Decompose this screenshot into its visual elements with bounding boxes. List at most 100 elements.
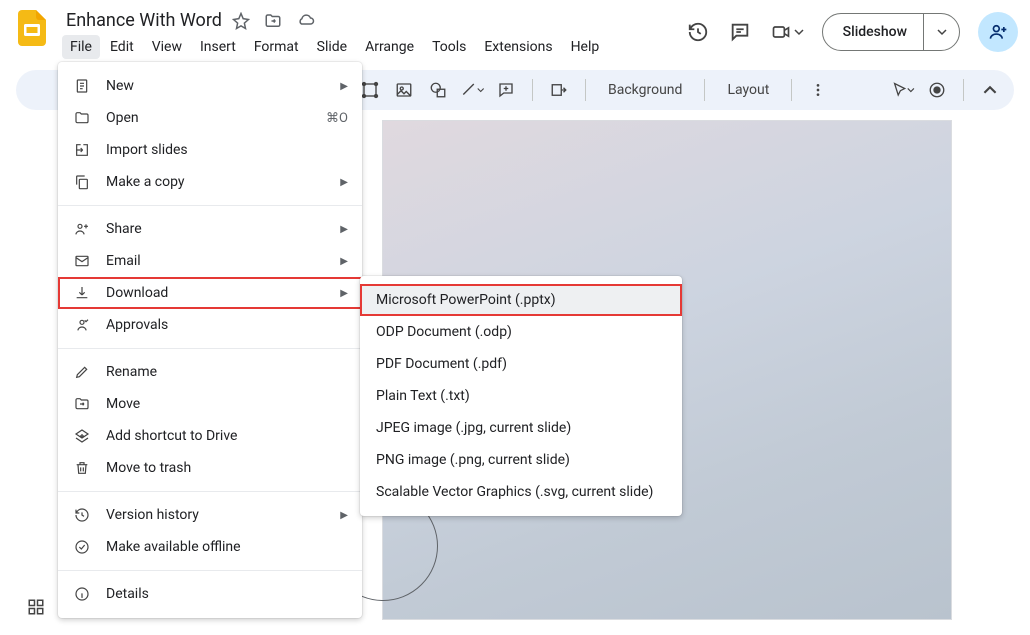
file-menu-trash[interactable]: Move to trash — [58, 452, 362, 484]
doc-title[interactable]: Enhance With Word — [66, 10, 222, 31]
transition-icon[interactable] — [547, 78, 571, 102]
folder-icon — [72, 108, 92, 128]
share-button[interactable] — [978, 12, 1018, 52]
file-menu-approvals[interactable]: Approvals — [58, 309, 362, 341]
comments-icon[interactable] — [728, 20, 752, 44]
rename-icon — [72, 362, 92, 382]
file-menu-label: Import slides — [106, 142, 348, 158]
line-icon[interactable] — [460, 78, 484, 102]
file-menu-label: Add shortcut to Drive — [106, 428, 348, 444]
trash-icon — [72, 458, 92, 478]
download-option-4[interactable]: JPEG image (.jpg, current slide) — [360, 412, 682, 444]
star-icon[interactable] — [232, 12, 250, 30]
file-menu-label: Share — [106, 221, 340, 237]
download-option-0[interactable]: Microsoft PowerPoint (.pptx) — [360, 284, 682, 316]
approvals-icon — [72, 315, 92, 335]
file-menu-label: Move to trash — [106, 460, 348, 476]
submenu-arrow-icon: ▶ — [340, 81, 348, 92]
menubar: FileEditViewInsertFormatSlideArrangeTool… — [60, 35, 686, 59]
menu-insert[interactable]: Insert — [192, 35, 244, 59]
more-icon[interactable] — [806, 78, 830, 102]
grid-view-icon[interactable] — [22, 593, 50, 621]
menu-slide[interactable]: Slide — [309, 35, 355, 59]
file-menu-label: Details — [106, 586, 348, 602]
doc-icon — [72, 76, 92, 96]
menu-separator — [58, 205, 362, 206]
menu-edit[interactable]: Edit — [102, 35, 142, 59]
download-option-3[interactable]: Plain Text (.txt) — [360, 380, 682, 412]
cloud-status-icon[interactable] — [296, 12, 316, 30]
file-menu-shortcut[interactable]: Add shortcut to Drive — [58, 420, 362, 452]
download-icon — [72, 283, 92, 303]
background-button[interactable]: Background — [600, 78, 690, 102]
collapse-icon[interactable] — [978, 78, 1002, 102]
details-icon — [72, 584, 92, 604]
file-menu-label: Version history — [106, 507, 340, 523]
file-menu-label: Download — [106, 285, 340, 301]
file-menu-label: Make available offline — [106, 539, 348, 555]
menu-file[interactable]: File — [62, 35, 100, 59]
record-icon[interactable] — [925, 78, 949, 102]
move-folder-icon[interactable] — [264, 12, 282, 30]
menu-tools[interactable]: Tools — [424, 35, 474, 59]
file-menu-import[interactable]: Import slides — [58, 134, 362, 166]
submenu-arrow-icon: ▶ — [340, 256, 348, 267]
file-menu-label: Open — [106, 110, 326, 126]
file-menu-copy[interactable]: Make a copy▶ — [58, 166, 362, 198]
history-icon — [72, 505, 92, 525]
email-icon — [72, 251, 92, 271]
file-menu-share[interactable]: Share▶ — [58, 213, 362, 245]
offline-icon — [72, 537, 92, 557]
file-menu-rename[interactable]: Rename — [58, 356, 362, 388]
file-menu-details[interactable]: Details — [58, 578, 362, 610]
file-menu-label: Make a copy — [106, 174, 340, 190]
present-camera-button[interactable] — [770, 22, 804, 42]
download-option-1[interactable]: ODP Document (.odp) — [360, 316, 682, 348]
import-icon — [72, 140, 92, 160]
download-option-6[interactable]: Scalable Vector Graphics (.svg, current … — [360, 476, 682, 508]
slides-logo[interactable] — [12, 8, 52, 48]
file-menu-label: Move — [106, 396, 348, 412]
file-menu-move[interactable]: Move — [58, 388, 362, 420]
submenu-arrow-icon: ▶ — [340, 224, 348, 235]
image-icon[interactable] — [392, 78, 416, 102]
shortcut-label: ⌘O — [326, 111, 348, 126]
file-menu-label: Rename — [106, 364, 348, 380]
download-option-5[interactable]: PNG image (.png, current slide) — [360, 444, 682, 476]
menu-help[interactable]: Help — [563, 35, 608, 59]
download-option-2[interactable]: PDF Document (.pdf) — [360, 348, 682, 380]
slideshow-dropdown[interactable] — [923, 14, 959, 50]
file-menu-email[interactable]: Email▶ — [58, 245, 362, 277]
file-menu-label: Approvals — [106, 317, 348, 333]
file-menu-history[interactable]: Version history▶ — [58, 499, 362, 531]
file-menu-new[interactable]: New▶ — [58, 70, 362, 102]
history-icon[interactable] — [686, 20, 710, 44]
copy-icon — [72, 172, 92, 192]
layout-button[interactable]: Layout — [719, 78, 777, 102]
file-menu-dropdown: New▶Open⌘OImport slidesMake a copy▶Share… — [58, 62, 362, 618]
submenu-arrow-icon: ▶ — [340, 177, 348, 188]
shape-icon[interactable] — [426, 78, 450, 102]
slideshow-label[interactable]: Slideshow — [823, 24, 923, 40]
file-menu-offline[interactable]: Make available offline — [58, 531, 362, 563]
file-menu-download[interactable]: Download▶ — [58, 277, 362, 309]
menu-arrange[interactable]: Arrange — [357, 35, 422, 59]
share-icon — [72, 219, 92, 239]
menu-extensions[interactable]: Extensions — [476, 35, 560, 59]
shortcut-icon — [72, 426, 92, 446]
menu-format[interactable]: Format — [246, 35, 307, 59]
slideshow-button[interactable]: Slideshow — [822, 13, 960, 51]
submenu-arrow-icon: ▶ — [340, 510, 348, 521]
file-menu-label: Email — [106, 253, 340, 269]
cursor-icon[interactable] — [891, 78, 915, 102]
menu-separator — [58, 491, 362, 492]
submenu-arrow-icon: ▶ — [340, 288, 348, 299]
menu-view[interactable]: View — [144, 35, 190, 59]
file-menu-open[interactable]: Open⌘O — [58, 102, 362, 134]
file-menu-label: New — [106, 78, 340, 94]
menu-separator — [58, 570, 362, 571]
move-icon — [72, 394, 92, 414]
download-submenu: Microsoft PowerPoint (.pptx)ODP Document… — [360, 276, 682, 516]
comment-icon[interactable] — [494, 78, 518, 102]
menu-separator — [58, 348, 362, 349]
